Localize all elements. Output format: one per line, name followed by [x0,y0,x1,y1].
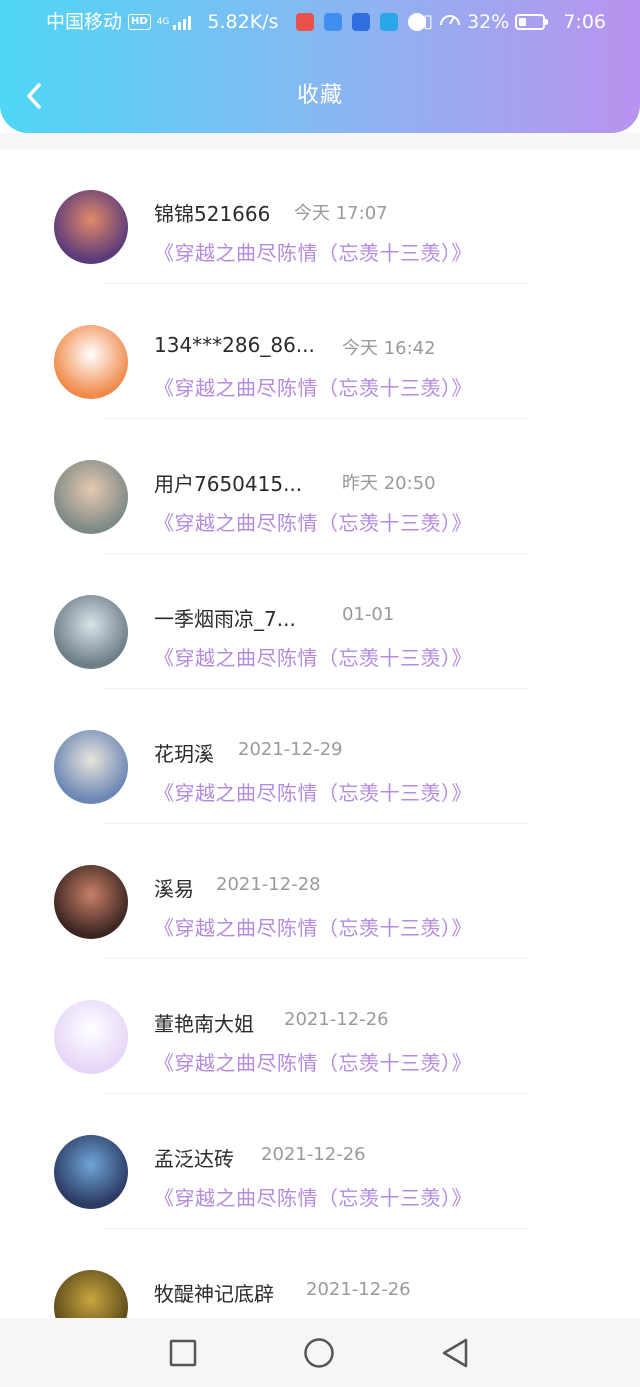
divider [104,958,528,959]
avatar[interactable] [54,460,128,534]
divider [104,418,528,419]
list-item[interactable]: 董艳南大姐 2021-12-26 《穿越之曲尽陈情（忘羡十三羡）》 [0,960,640,1095]
book-title-link[interactable]: 《穿越之曲尽陈情（忘羡十三羡）》 [154,507,472,536]
status-bar: 中国移动 HD 4G 5.82K/s ▯ 32% 7:06 [0,0,640,44]
home-button[interactable] [302,1336,336,1370]
speedometer-icon [439,0,461,44]
book-title-link[interactable]: 《穿越之曲尽陈情（忘羡十三羡）》 [154,642,472,671]
divider [104,688,528,689]
recent-apps-button[interactable] [166,1336,200,1370]
divider [104,1093,528,1094]
net-speed: 5.82K/s [207,11,279,33]
system-back-button[interactable] [438,1336,472,1370]
list-item[interactable]: 溪易 2021-12-28 《穿越之曲尽陈情（忘羡十三羡）》 [0,825,640,960]
header-spacer [0,133,640,150]
avatar[interactable] [54,1270,128,1318]
user-name: 134***286_86... [154,333,315,357]
cloud-app-icon [324,13,343,31]
book-title-link[interactable]: 《穿越之曲尽陈情（忘羡十三羡）》 [154,372,472,401]
user-name: 溪易 [154,877,194,901]
recent-apps-square-icon [169,1339,197,1367]
list-item[interactable]: 一季烟雨凉_7... 01-01 《穿越之曲尽陈情（忘羡十三羡）》 [0,555,640,690]
timestamp: 昨天 20:50 [342,473,436,494]
list-item[interactable]: 用户7650415... 昨天 20:50 《穿越之曲尽陈情（忘羡十三羡）》 [0,420,640,555]
avatar[interactable] [54,595,128,669]
book-title-link[interactable]: 《穿越之曲尽陈情（忘羡十三羡）》 [154,237,472,266]
list-item[interactable]: 花玥溪 2021-12-29 《穿越之曲尽陈情（忘羡十三羡）》 [0,690,640,825]
search-app-icon [380,13,399,31]
book-title-link[interactable]: 《穿越之曲尽陈情（忘羡十三羡）》 [154,1182,472,1211]
user-name: 用户7650415... [154,472,303,496]
list-item[interactable]: 孟泛达砖 2021-12-26 《穿越之曲尽陈情（忘羡十三羡）》 [0,1095,640,1230]
avatar[interactable] [54,1135,128,1209]
signal-icon [173,14,192,30]
system-nav-bar [0,1318,640,1387]
list-item[interactable]: 锦锦521666 今天 17:07 《穿越之曲尽陈情（忘羡十三羡）》 [0,150,640,285]
network-type: 4G [156,16,170,27]
divider [104,283,528,284]
page-title: 收藏 [296,83,343,108]
timestamp: 2021-12-26 [284,1009,389,1030]
timestamp: 2021-12-26 [306,1279,411,1300]
divider [104,1228,528,1229]
favorites-list[interactable]: 锦锦521666 今天 17:07 《穿越之曲尽陈情（忘羡十三羡）》 134***28… [0,150,640,1318]
timestamp: 2021-12-29 [238,739,343,760]
avatar[interactable] [54,1000,128,1074]
divider [104,553,528,554]
user-name: 牧醍神记底辟 [154,1282,274,1306]
timestamp: 2021-12-28 [216,874,321,895]
user-name: 花玥溪 [154,742,214,766]
timestamp: 今天 16:42 [342,338,436,359]
timestamp: 2021-12-26 [261,1144,366,1165]
clock: 7:06 [563,11,606,33]
book-app-icon [296,13,315,31]
book-title-link[interactable]: 《穿越之曲尽陈情（忘羡十三羡）》 [154,777,472,806]
user-name: 董艳南大姐 [154,1012,254,1036]
timestamp: 今天 17:07 [294,203,388,224]
avatar[interactable] [54,190,128,264]
carrier-label: 中国移动 [46,11,123,33]
divider [104,823,528,824]
avatar[interactable] [54,865,128,939]
book-title-link[interactable]: 《穿越之曲尽陈情（忘羡十三羡）》 [154,912,472,941]
user-name: 孟泛达砖 [154,1147,234,1171]
header-bar: 中国移动 HD 4G 5.82K/s ▯ 32% 7:06 收藏 [0,0,640,133]
network-label: 4G [156,16,170,27]
timestamp: 01-01 [342,604,395,625]
back-triangle-icon [442,1338,468,1368]
avatar[interactable] [54,730,128,804]
user-name: 一季烟雨凉_7... [154,607,296,631]
battery-icon [515,14,549,30]
bulb-app-icon [352,13,371,31]
home-circle-icon [304,1338,334,1368]
user-name: 锦锦521666 [154,202,271,226]
battery-percent: 32% [467,11,510,33]
list-item[interactable]: 牧醍神记底辟 2021-12-26 [0,1230,640,1318]
list-item[interactable]: 134***286_86... 今天 16:42 《穿越之曲尽陈情（忘羡十三羡）》 [0,285,640,420]
vibrate-icon: ▯ [423,11,434,32]
book-title-link[interactable]: 《穿越之曲尽陈情（忘羡十三羡）》 [154,1047,472,1076]
avatar[interactable] [54,325,128,399]
hd-badge: HD [128,14,151,30]
